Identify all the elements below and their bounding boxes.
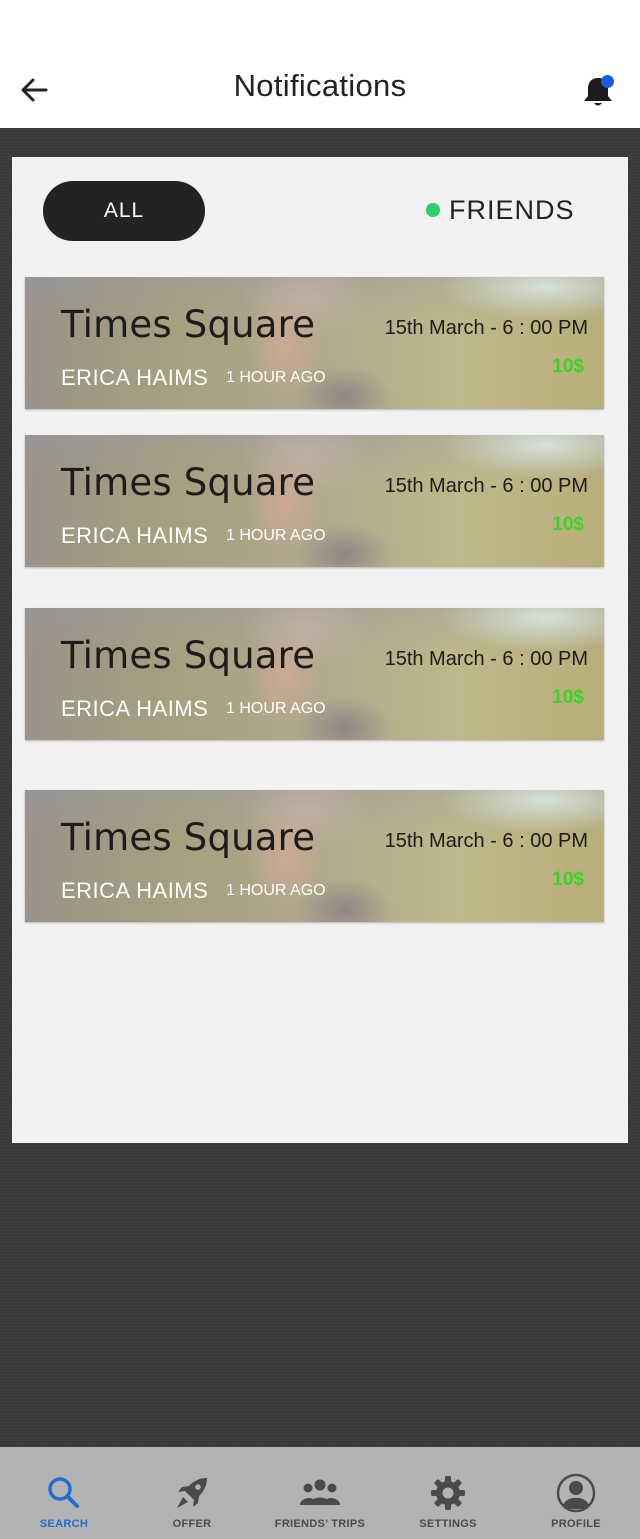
- gear-icon: [431, 1476, 465, 1510]
- card-date: 15th March - 6 : 00 PM: [384, 475, 588, 497]
- card-place: Times Square: [61, 303, 316, 346]
- notification-card[interactable]: Times Square 15th March - 6 : 00 PM ERIC…: [25, 277, 604, 409]
- nav-label-friends-trips: FRIENDS’ TRIPS: [274, 1518, 366, 1530]
- nav-item-settings[interactable]: SETTINGS: [384, 1447, 512, 1539]
- nav-item-search[interactable]: SEARCH: [0, 1447, 128, 1539]
- page-title: Notifications: [233, 68, 407, 103]
- card-date: 15th March - 6 : 00 PM: [384, 648, 588, 670]
- group-icon: [300, 1479, 340, 1505]
- card-user-name: ERICA HAIMS: [61, 878, 209, 903]
- notification-card[interactable]: Times Square 15th March - 6 : 00 PM ERIC…: [25, 608, 604, 740]
- card-user-name: ERICA HAIMS: [61, 696, 209, 721]
- card-price: 10$: [552, 869, 584, 890]
- nav-label-offer: OFFER: [172, 1518, 212, 1530]
- card-time-ago: 1 HOUR AGO: [226, 527, 326, 544]
- card-user-name: ERICA HAIMS: [61, 365, 209, 390]
- filter-all-button[interactable]: ALL: [43, 181, 205, 241]
- card-date: 15th March - 6 : 00 PM: [384, 830, 588, 852]
- card-price: 10$: [552, 356, 584, 377]
- notification-card[interactable]: Times Square 15th March - 6 : 00 PM ERIC…: [25, 435, 604, 567]
- filter-friends-button[interactable]: FRIENDS: [426, 190, 575, 230]
- card-user-name: ERICA HAIMS: [61, 523, 209, 548]
- card-place: Times Square: [61, 634, 316, 677]
- card-time-ago: 1 HOUR AGO: [226, 369, 326, 386]
- app-header: Notifications: [0, 0, 640, 128]
- online-dot-icon: [426, 203, 440, 217]
- nav-item-offer[interactable]: OFFER: [128, 1447, 256, 1539]
- filter-friends-label: FRIENDS: [449, 194, 575, 225]
- rocket-icon: [177, 1478, 207, 1508]
- card-place: Times Square: [61, 816, 316, 859]
- nav-label-profile: PROFILE: [551, 1518, 601, 1530]
- bottom-nav: SEARCH OFFER FRIENDS’ TRIPS SETTINGS PRO…: [0, 1447, 640, 1539]
- notification-card[interactable]: Times Square 15th March - 6 : 00 PM ERIC…: [25, 790, 604, 922]
- card-date: 15th March - 6 : 00 PM: [384, 317, 588, 339]
- user-icon: [556, 1473, 596, 1513]
- card-place: Times Square: [61, 461, 316, 504]
- nav-item-friends-trips[interactable]: FRIENDS’ TRIPS: [256, 1447, 384, 1539]
- card-price: 10$: [552, 687, 584, 708]
- notification-badge-dot: [601, 75, 614, 88]
- search-icon: [48, 1477, 79, 1508]
- card-price: 10$: [552, 514, 584, 535]
- nav-item-profile[interactable]: PROFILE: [512, 1447, 640, 1539]
- card-time-ago: 1 HOUR AGO: [226, 700, 326, 717]
- card-time-ago: 1 HOUR AGO: [226, 882, 326, 899]
- nav-label-settings: SETTINGS: [419, 1518, 477, 1530]
- nav-label-search: SEARCH: [39, 1518, 89, 1530]
